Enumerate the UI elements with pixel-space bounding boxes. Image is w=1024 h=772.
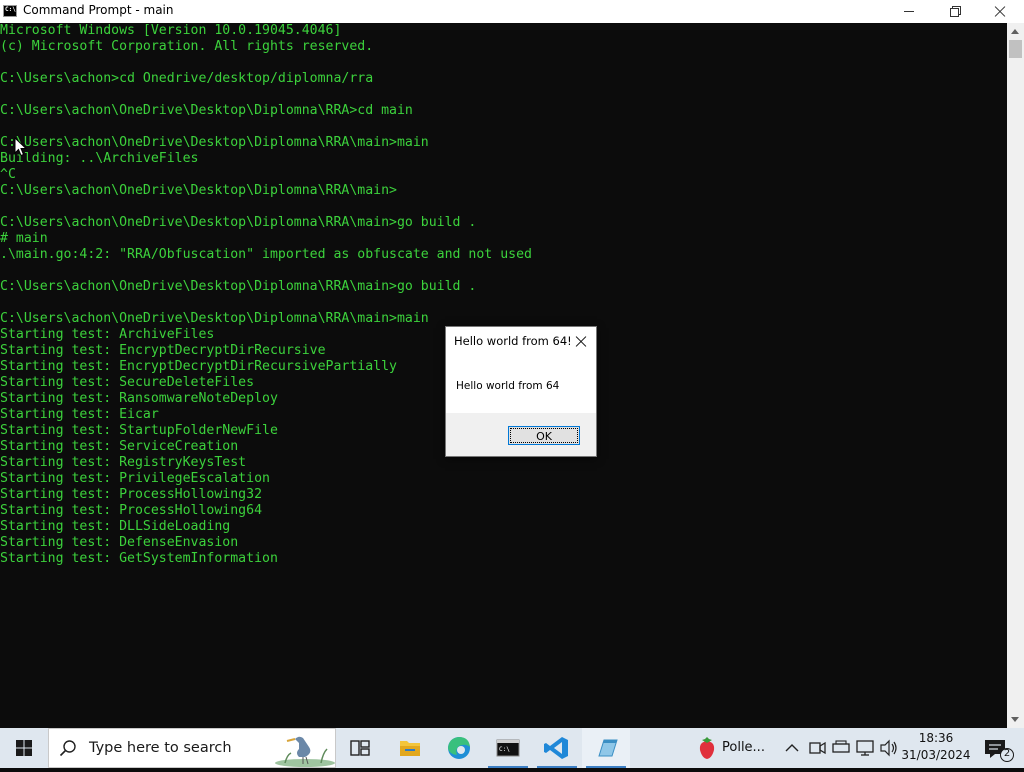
active-app-taskbar-button[interactable] <box>582 728 630 768</box>
close-button[interactable] <box>978 0 1024 23</box>
edge-browser-button[interactable] <box>435 728 483 768</box>
weather-text: Polle... <box>722 740 765 755</box>
file-explorer-icon <box>400 741 420 756</box>
mouse-cursor-icon <box>14 137 28 157</box>
clock-date: 31/03/2024 <box>901 748 971 762</box>
pollen-strawberry-icon <box>699 737 715 759</box>
cmd-app-icon: C:\ <box>3 5 17 17</box>
restore-button[interactable] <box>932 0 978 23</box>
ok-button[interactable]: OK <box>508 426 580 445</box>
scroll-down-arrow-icon[interactable] <box>1007 711 1024 728</box>
console-line: C:\Users\achon\OneDrive\Desktop\Diplomna… <box>0 135 429 150</box>
show-hidden-icons-button[interactable] <box>780 728 804 768</box>
scroll-up-arrow-icon[interactable] <box>1007 23 1024 40</box>
drive-icon <box>832 740 850 753</box>
command-prompt-taskbar-button[interactable]: C:\ <box>484 728 532 768</box>
console-line: .\main.go:4:2: "RRA/Obfuscation" importe… <box>0 247 532 262</box>
console-line: C:\Users\achon\OneDrive\Desktop\Diplomna… <box>0 183 397 198</box>
task-view-button[interactable] <box>336 728 384 768</box>
notification-center-button[interactable]: 2 <box>980 728 1016 768</box>
console-line: (c) Microsoft Corporation. All rights re… <box>0 39 374 54</box>
file-explorer-button[interactable] <box>386 728 434 768</box>
tray-network-button[interactable] <box>853 728 877 768</box>
console-line: Building: ..\ArchiveFiles <box>0 151 199 166</box>
console-line: C:\Users\achon\OneDrive\Desktop\Diplomna… <box>0 215 477 230</box>
tray-camera-button[interactable] <box>805 728 829 768</box>
vertical-scrollbar[interactable] <box>1007 23 1024 728</box>
tray-drive-button[interactable] <box>829 728 853 768</box>
search-placeholder: Type here to search <box>89 740 232 756</box>
tray-volume-button[interactable] <box>877 728 901 768</box>
minimize-button[interactable] <box>886 0 932 23</box>
task-view-icon <box>350 740 370 756</box>
console-line: Starting test: ProcessHollowing32 <box>0 487 263 502</box>
console-line: C:\Users\achon\OneDrive\Desktop\Diplomna… <box>0 279 477 294</box>
console-line: C:\Users\achon>cd Onedrive/desktop/diplo… <box>0 71 374 86</box>
edge-browser-icon <box>448 737 470 759</box>
meet-camera-icon <box>809 741 826 755</box>
console-line: ^C <box>0 167 16 182</box>
network-icon <box>856 740 874 756</box>
taskbar: Type here to search C:\ Polle... 18:36 3… <box>0 728 1024 768</box>
console-line: Starting test: DLLSideLoading <box>0 519 231 534</box>
dialog-message: Hello world from 64 <box>456 380 560 392</box>
taskbar-search-box[interactable]: Type here to search <box>48 728 336 768</box>
console-line: Starting test: GetSystemInformation <box>0 551 278 566</box>
windows-logo-icon <box>16 740 32 756</box>
command-prompt-icon: C:\ <box>496 739 520 757</box>
console-line: # main <box>0 231 48 246</box>
vs-code-icon <box>544 737 568 759</box>
title-bar[interactable]: C:\ Command Prompt - main <box>0 0 1024 23</box>
window-title: Command Prompt - main <box>23 3 174 17</box>
console-line: C:\Users\achon\OneDrive\Desktop\Diplomna… <box>0 311 429 326</box>
console-line: C:\Users\achon\OneDrive\Desktop\Diplomna… <box>0 103 413 118</box>
dialog-footer: OK <box>446 413 596 456</box>
app-window-icon <box>598 739 618 757</box>
chevron-up-icon <box>785 744 799 752</box>
dialog-title: Hello world from 64! <box>454 334 572 348</box>
console-line: Starting test: ProcessHollowing64 <box>0 503 263 518</box>
search-icon <box>59 740 76 757</box>
scrollbar-thumb[interactable] <box>1009 40 1022 58</box>
weather-widget[interactable]: Polle... <box>688 728 780 768</box>
dialog-body: Hello world from 64 <box>446 360 596 413</box>
dialog-close-icon[interactable] <box>574 334 588 348</box>
console-line: Starting test: PrivilegeEscalation <box>0 471 270 486</box>
vs-code-taskbar-button[interactable] <box>533 728 581 768</box>
svg-text:C:\: C:\ <box>499 746 510 753</box>
notification-count-badge: 2 <box>1003 748 1011 759</box>
volume-icon <box>880 739 897 757</box>
console-line: Starting test: RegistryKeysTest <box>0 455 247 470</box>
console-line: Starting test: DefenseEnvasion <box>0 535 239 550</box>
clock-time: 18:36 <box>918 731 954 745</box>
start-button[interactable] <box>0 728 48 768</box>
message-box-dialog[interactable]: Hello world from 64! Hello world from 64… <box>445 326 597 457</box>
taskbar-clock[interactable]: 18:36 31/03/2024 <box>900 730 972 766</box>
console-line: Microsoft Windows [Version 10.0.19045.40… <box>0 23 342 38</box>
console-lines: Microsoft Windows [Version 10.0.19045.40… <box>0 23 1007 567</box>
search-highlight-heron-icon <box>275 736 335 767</box>
